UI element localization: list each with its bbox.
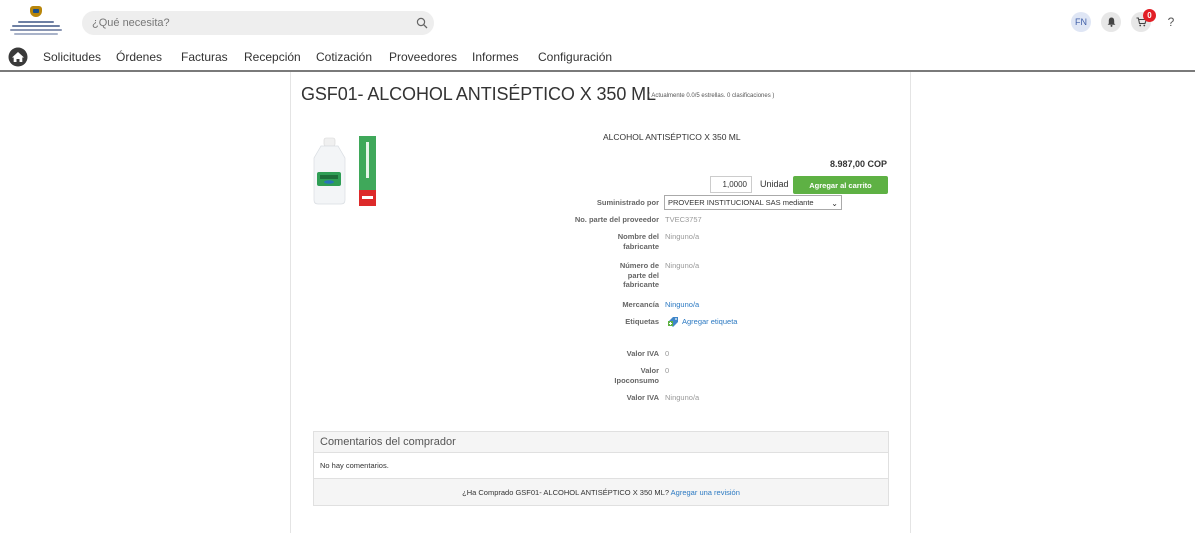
nav-item-informes[interactable]: Informes [472,50,519,64]
iva-value-2: Ninguno/a [665,393,700,402]
iva-value: 0 [665,349,670,358]
page-title: GSF01- ALCOHOL ANTISÉPTICO X 350 ML [301,84,656,104]
comments-empty-text: No hay comentarios. [320,461,389,470]
rating-text: ( Actualmente 0.0/5 estrellas. 0 clasifi… [648,93,775,99]
comments-heading: Comentarios del comprador [314,432,888,453]
bell-icon[interactable] [1101,12,1121,32]
coat-of-arms-icon [30,6,42,17]
nav-item-facturas[interactable]: Facturas [181,50,228,64]
product-name: ALCOHOL ANTISÉPTICO X 350 ML [603,132,741,142]
nav-item-configuracion[interactable]: Configuración [538,50,612,64]
supplier-part-label: No. parte del proveedor [574,215,659,224]
nav-item-solicitudes[interactable]: Solicitudes [43,50,101,64]
add-tag-link[interactable]: Agregar etiqueta [682,317,737,327]
supplier-select-value: PROVEER INSTITUCIONAL SAS mediante [668,198,814,207]
search-icon[interactable] [416,17,428,29]
ipoconsumo-label: Valor Ipoconsumo [614,366,659,385]
product-image[interactable] [305,134,385,209]
home-icon[interactable] [7,47,29,67]
supplier-select[interactable]: PROVEER INSTITUCIONAL SAS mediante ⌄ [664,195,842,210]
chevron-down-icon: ⌄ [831,199,838,208]
top-header: FN 0 ? [0,0,1195,44]
main-nav: Solicitudes Órdenes Facturas Recepción C… [0,44,1195,71]
unit-label: Unidad [760,179,789,189]
manufacturer-value: Ninguno/a [665,232,700,241]
nav-item-proveedores[interactable]: Proveedores [389,50,457,64]
review-prompt-text: ¿Ha Comprado GSF01- ALCOHOL ANTISÉPTICO … [462,488,669,497]
add-tag-icon[interactable] [667,316,679,327]
iva-label-2: Valor IVA [626,393,659,402]
manufacturer-label: Nombre del fabricante [617,232,659,251]
user-avatar[interactable]: FN [1071,12,1091,32]
iva-label: Valor IVA [626,349,659,358]
product-price: 8.987,00 COP [829,159,887,169]
tags-label: Etiquetas [625,317,659,326]
search-input[interactable] [92,15,392,31]
buyer-comments-box: Comentarios del comprador No hay comenta… [313,431,889,506]
agency-logo[interactable] [8,6,64,36]
nav-item-cotizacion[interactable]: Cotización [316,50,372,64]
supplier-part-value: TVEC3757 [665,215,702,224]
quantity-input[interactable] [710,176,752,193]
add-review-link[interactable]: Agregar una revisión [671,488,740,497]
commodity-label: Mercancía [622,300,659,309]
commodity-link[interactable]: Ninguno/a [665,300,699,310]
nav-item-ordenes[interactable]: Órdenes [116,50,162,64]
nav-item-recepcion[interactable]: Recepción [244,50,301,64]
cart-count-badge: 0 [1143,9,1156,22]
help-icon[interactable]: ? [1161,12,1181,32]
review-prompt: ¿Ha Comprado GSF01- ALCOHOL ANTISÉPTICO … [314,478,888,505]
add-to-cart-button[interactable]: Agregar al carrito [793,176,888,194]
ipoconsumo-value: 0 [665,366,670,375]
manufacturer-part-label: Número de parte del fabricante [619,261,659,289]
supplied-by-label: Suministrado por [596,198,659,207]
search-bar [82,11,434,35]
manufacturer-part-value: Ninguno/a [665,261,700,270]
product-detail-panel: GSF01- ALCOHOL ANTISÉPTICO X 350 ML ( Ac… [290,72,911,533]
